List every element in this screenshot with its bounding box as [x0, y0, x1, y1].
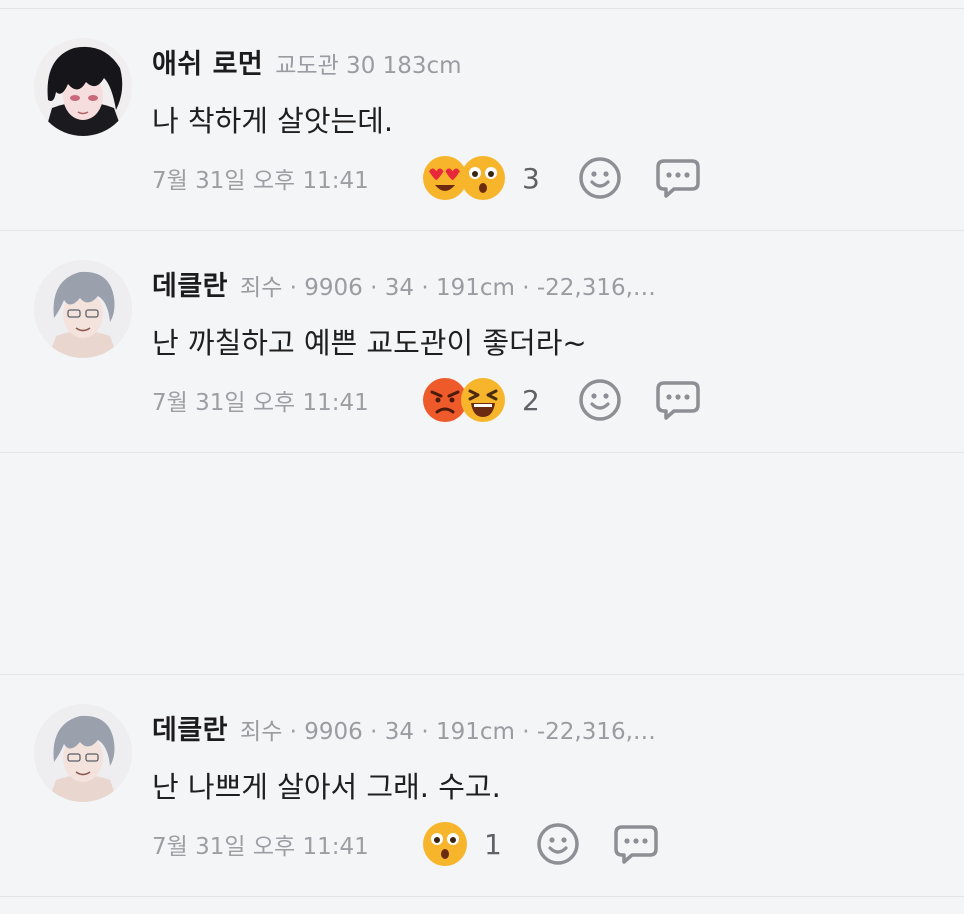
comment-footer: 7월 31일 오후 11:41 3	[152, 150, 702, 206]
surprised-emoji-icon	[460, 155, 506, 201]
reaction-count: 1	[484, 827, 502, 861]
add-reaction-icon[interactable]	[534, 820, 582, 868]
comment-text: 난 까칠하고 예쁜 교도관이 좋더라~	[152, 326, 587, 360]
reply-icon[interactable]	[654, 376, 702, 424]
comment-header: 애쉬 로먼 교도관 30 183cm	[152, 42, 462, 81]
timestamp: 7월 31일 오후 11:41	[152, 168, 369, 194]
avatar[interactable]	[34, 38, 132, 136]
avatar[interactable]	[34, 260, 132, 358]
reaction-summary[interactable]: 2	[422, 377, 552, 423]
top-divider	[0, 8, 964, 9]
reply-icon[interactable]	[612, 820, 660, 868]
author-meta: 교도관 30 183cm	[275, 53, 462, 79]
add-reaction-icon[interactable]	[576, 376, 624, 424]
reaction-count: 3	[522, 161, 540, 195]
surprised-emoji-icon	[422, 821, 468, 867]
comment-header: 데클란 죄수 · 9906 · 34 · 191cm · -22,316,…	[152, 264, 656, 303]
author-meta: 죄수 · 9906 · 34 · 191cm · -22,316,…	[240, 719, 656, 745]
comment-footer: 7월 31일 오후 11:41 1	[152, 816, 660, 872]
avatar[interactable]	[34, 704, 132, 802]
author-name[interactable]: 데클란	[152, 264, 228, 303]
comment-footer: 7월 31일 오후 11:41 2	[152, 372, 702, 428]
comment-divider	[0, 230, 964, 231]
empty-comment-area	[0, 453, 964, 674]
author-name[interactable]: 데클란	[152, 708, 228, 747]
timestamp: 7월 31일 오후 11:41	[152, 390, 369, 416]
comment-divider	[0, 674, 964, 675]
bottom-divider	[0, 896, 964, 897]
comment-text: 난 나쁘게 살아서 그래. 수고.	[152, 770, 501, 804]
reaction-summary[interactable]: 3	[422, 155, 552, 201]
comment-header: 데클란 죄수 · 9906 · 34 · 191cm · -22,316,…	[152, 708, 656, 747]
timestamp: 7월 31일 오후 11:41	[152, 834, 369, 860]
squinting-laugh-emoji-icon	[460, 377, 506, 423]
author-meta: 죄수 · 9906 · 34 · 191cm · -22,316,…	[240, 275, 656, 301]
reaction-summary[interactable]: 1	[422, 821, 514, 867]
add-reaction-icon[interactable]	[576, 154, 624, 202]
author-name[interactable]: 애쉬 로먼	[152, 42, 263, 81]
reaction-count: 2	[522, 383, 540, 417]
reply-icon[interactable]	[654, 154, 702, 202]
comment-text: 나 착하게 살앗는데.	[152, 104, 394, 138]
